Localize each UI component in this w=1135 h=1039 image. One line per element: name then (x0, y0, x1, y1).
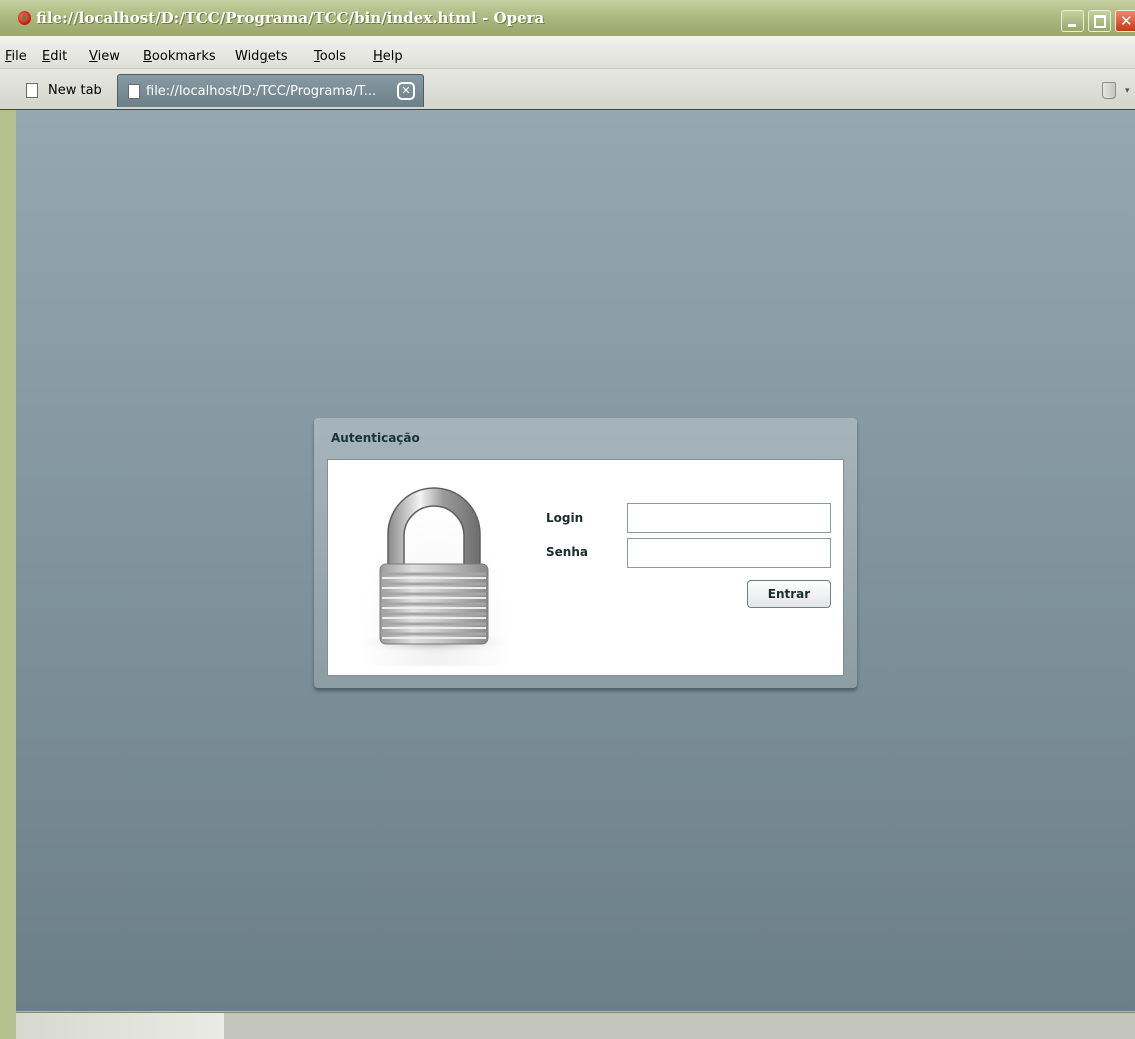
document-icon (26, 83, 38, 98)
maximize-button[interactable] (1088, 10, 1111, 32)
menu-bookmarks[interactable]: Bookmarks (143, 50, 216, 64)
tab-new[interactable]: New tab (16, 74, 111, 107)
browser-window: file://localhost/D:/TCC/Programa/TCC/bin… (0, 0, 1135, 1039)
menu-view[interactable]: View (89, 50, 120, 64)
lock-icon (346, 478, 526, 666)
window-title: file://localhost/D:/TCC/Programa/TCC/bin… (36, 9, 545, 27)
login-label: Login (546, 511, 584, 525)
menu-bar: File Edit View Bookmarks Widgets Tools H… (0, 36, 1135, 69)
auth-panel: Autenticação Login Senha Entrar (314, 418, 857, 688)
auth-form: Login Senha Entrar (327, 459, 844, 676)
close-window-button[interactable] (1115, 10, 1135, 32)
login-input[interactable] (627, 503, 831, 533)
chevron-down-icon[interactable]: ▾ (1125, 86, 1130, 96)
senha-input[interactable] (627, 538, 831, 568)
opera-icon (18, 11, 31, 25)
menu-edit[interactable]: Edit (42, 50, 67, 64)
tab-label: file://localhost/D:/TCC/Programa/T... (146, 84, 377, 99)
minimize-button[interactable] (1061, 10, 1084, 32)
close-icon[interactable]: ✕ (397, 82, 415, 100)
menu-file[interactable]: File (5, 50, 27, 64)
title-bar: file://localhost/D:/TCC/Programa/TCC/bin… (0, 0, 1135, 36)
entrar-button[interactable]: Entrar (747, 580, 831, 608)
menu-help[interactable]: Help (373, 50, 403, 64)
senha-label: Senha (546, 545, 588, 559)
status-progress (16, 1013, 224, 1039)
tab-label: New tab (48, 83, 102, 98)
tab-active[interactable]: file://localhost/D:/TCC/Programa/T... ✕ (117, 74, 424, 107)
menu-widgets[interactable]: Widgets (235, 50, 288, 64)
page-viewport: Autenticação Login Senha Entrar (16, 110, 1135, 1011)
panel-title: Autenticação (331, 431, 420, 445)
status-bar (16, 1012, 1135, 1039)
tab-bar: New tab file://localhost/D:/TCC/Programa… (0, 69, 1135, 110)
trash-icon[interactable] (1102, 82, 1116, 99)
document-icon (128, 84, 140, 99)
menu-tools[interactable]: Tools (314, 50, 346, 64)
